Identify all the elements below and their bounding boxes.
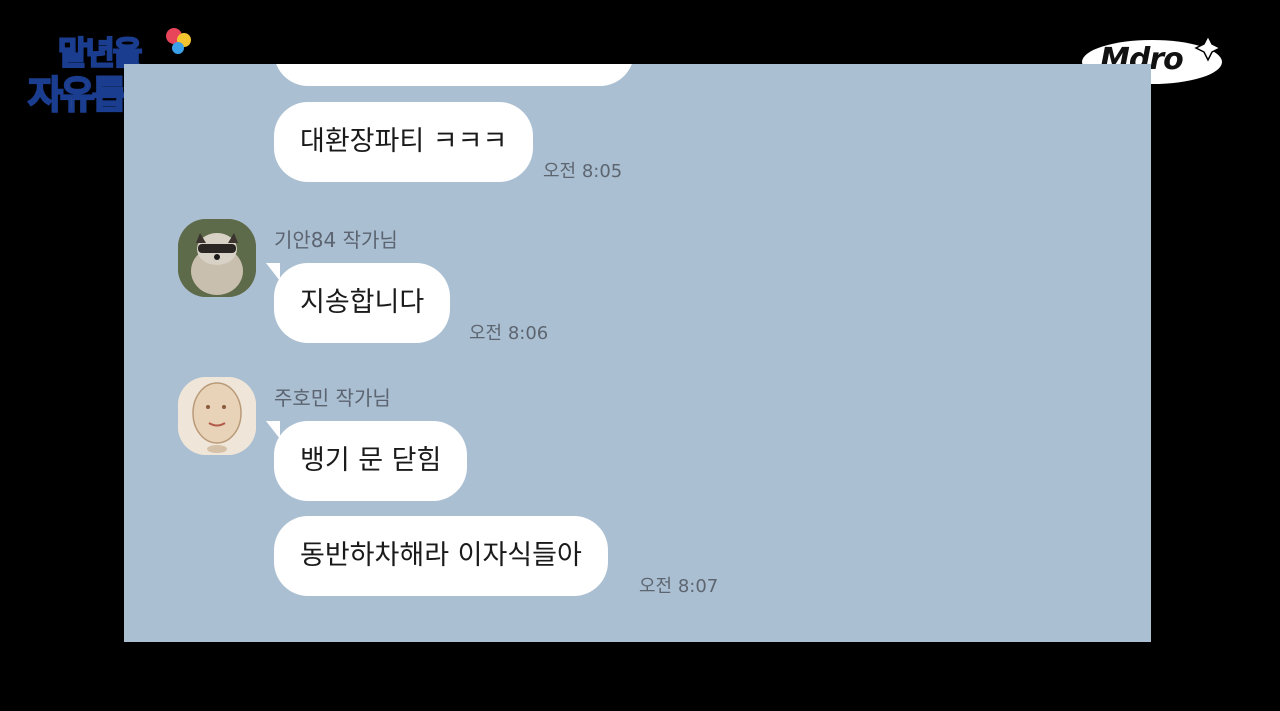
message-time: 오전 8:05 xyxy=(543,161,623,182)
message-bubble: 대환장파티 ㅋㅋㅋ xyxy=(274,102,534,182)
message-bubble: 뱅기 문 닫힘 xyxy=(265,421,468,501)
message-time: 오전 8:07 xyxy=(639,576,719,597)
message-text: 동반하차해라 이자식들아 xyxy=(300,540,582,571)
message-bubble: 동반하차해라 이자식들아 xyxy=(274,516,608,596)
sender-name: 기안84 작가님 xyxy=(274,228,398,252)
sender-name: 주호민 작가님 xyxy=(274,386,391,410)
message-time: 오전 8:06 xyxy=(469,323,549,344)
chat-screen: 대환장파티 ㅋㅋㅋ 오전 8:05 기안84 작가님 지송합니다 오전 8:06… xyxy=(124,64,1151,642)
message-text: 지송합니다 xyxy=(300,287,425,318)
message-text: 대환장파티 ㅋㅋㅋ xyxy=(300,126,508,157)
message-text: 뱅기 문 닫힘 xyxy=(300,445,442,476)
message-bubble-cut xyxy=(274,64,634,86)
drawn-face-avatar-icon[interactable] xyxy=(178,377,256,455)
raccoon-avatar-icon[interactable] xyxy=(178,219,256,297)
message-bubble: 지송합니다 xyxy=(265,263,451,343)
